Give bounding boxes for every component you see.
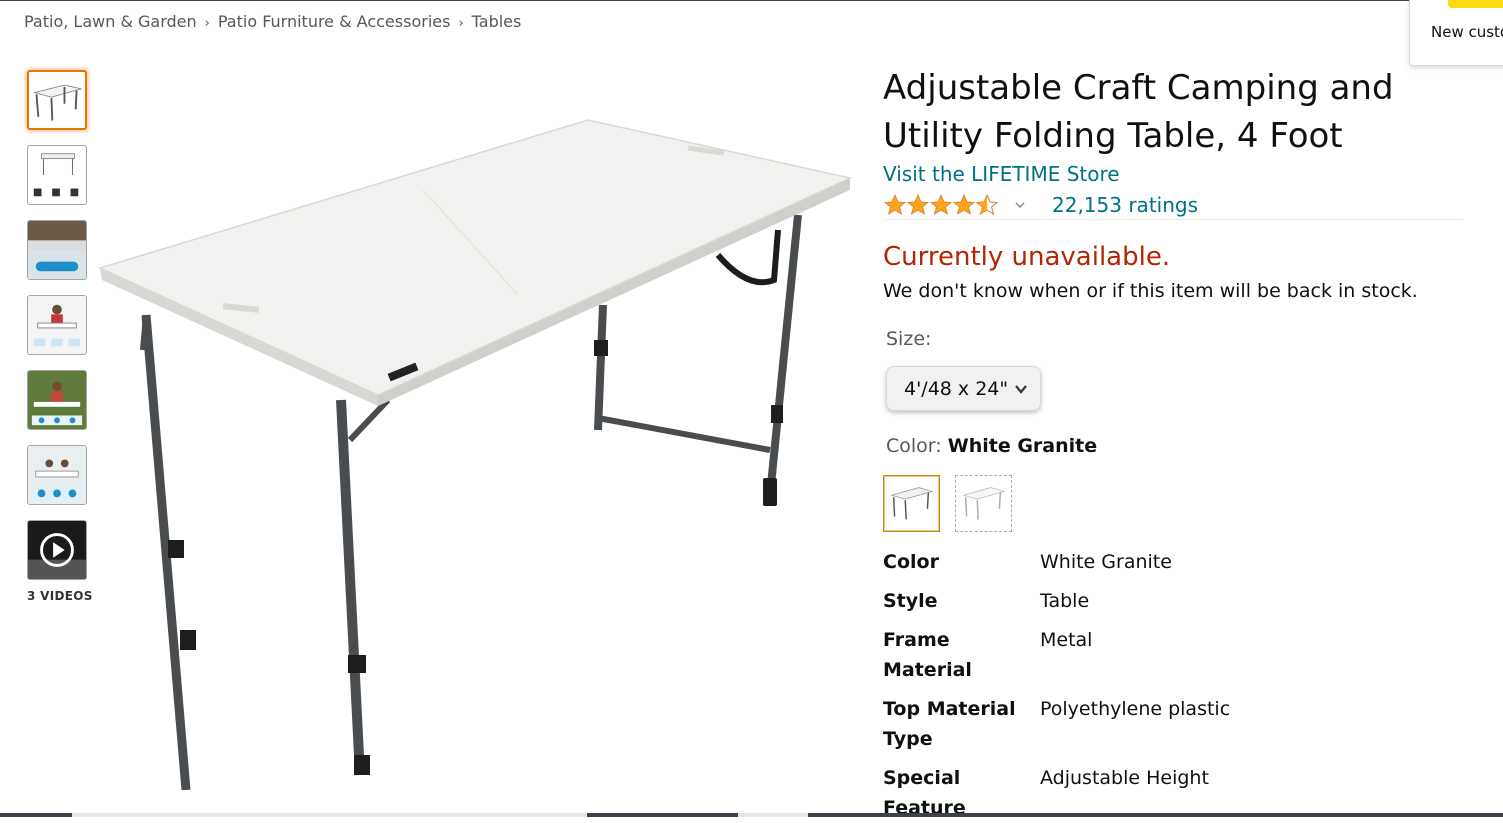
color-selection-label: Color: White Granite	[886, 435, 1097, 457]
spec-key: Top Material Type	[883, 698, 1016, 750]
breadcrumb-item-patio[interactable]: Patio, Lawn & Garden	[24, 12, 197, 31]
store-link[interactable]: Visit the LIFETIME Store	[883, 162, 1120, 186]
spec-value: White Granite	[1040, 551, 1172, 573]
star-icon	[906, 193, 930, 215]
popover-sign-in-button[interactable]	[1448, 0, 1503, 8]
spec-key: Frame Material	[883, 629, 972, 681]
size-selected-value: 4'/48 x 24"	[904, 377, 1009, 400]
thumbnail-1[interactable]	[27, 70, 87, 130]
breadcrumb-item-tables[interactable]: Tables	[472, 12, 522, 31]
star-rating[interactable]	[883, 193, 999, 217]
size-dropdown[interactable]: 4'/48 x 24"	[886, 366, 1041, 411]
popover-text: New custo	[1431, 23, 1503, 41]
availability-status: Currently unavailable.	[883, 242, 1171, 272]
color-swatch-alternate[interactable]	[955, 475, 1012, 532]
thumbnail-video[interactable]	[27, 520, 87, 580]
spec-value: Table	[1040, 590, 1090, 612]
thumbnail-2[interactable]	[27, 145, 87, 205]
product-title: Adjustable Craft Camping and Utility Fol…	[883, 68, 1394, 156]
breadcrumb-item-furniture[interactable]: Patio Furniture & Accessories	[218, 12, 451, 31]
thumbnail-5[interactable]	[27, 370, 87, 430]
spec-value: Adjustable Height	[1040, 767, 1209, 789]
color-label: Color:	[886, 435, 942, 457]
spec-key: Style	[883, 590, 938, 612]
size-label: Size:	[886, 328, 932, 350]
breadcrumb-separator: ›	[204, 16, 210, 31]
scrollbar-track-segment	[72, 813, 587, 817]
thumbnail-3[interactable]	[27, 220, 87, 280]
spec-value: Polyethylene plastic	[1040, 698, 1231, 720]
stock-message: We don't know when or if this item will …	[883, 280, 1418, 302]
rating-row: 22,153 ratings	[883, 190, 1198, 220]
videos-count-label[interactable]: 3 VIDEOS	[27, 589, 93, 603]
main-product-image[interactable]	[97, 100, 858, 791]
thumbnail-4[interactable]	[27, 295, 87, 355]
section-divider	[883, 219, 1463, 220]
thumbnail-6[interactable]	[27, 445, 87, 505]
scrollbar-track-segment	[738, 813, 808, 817]
horizontal-scrollbar[interactable]	[0, 813, 1503, 817]
half-star-icon	[975, 193, 999, 216]
new-customer-popover: New custo	[1409, 0, 1503, 66]
star-icon	[929, 193, 953, 215]
star-icon	[952, 193, 976, 215]
chevron-down-icon[interactable]	[1014, 199, 1026, 211]
chevron-down-icon	[1015, 385, 1027, 394]
color-swatch-white-granite[interactable]	[883, 475, 940, 532]
star-icon	[883, 193, 907, 215]
top-divider	[0, 0, 1503, 1]
breadcrumb-separator: ›	[458, 16, 464, 31]
spec-key: Color	[883, 551, 939, 573]
breadcrumb: Patio, Lawn & Garden › Patio Furniture & A…	[24, 12, 521, 31]
spec-value: Metal	[1040, 629, 1093, 651]
color-selected-value: White Granite	[947, 435, 1098, 457]
ratings-count-link[interactable]: 22,153 ratings	[1052, 193, 1198, 217]
